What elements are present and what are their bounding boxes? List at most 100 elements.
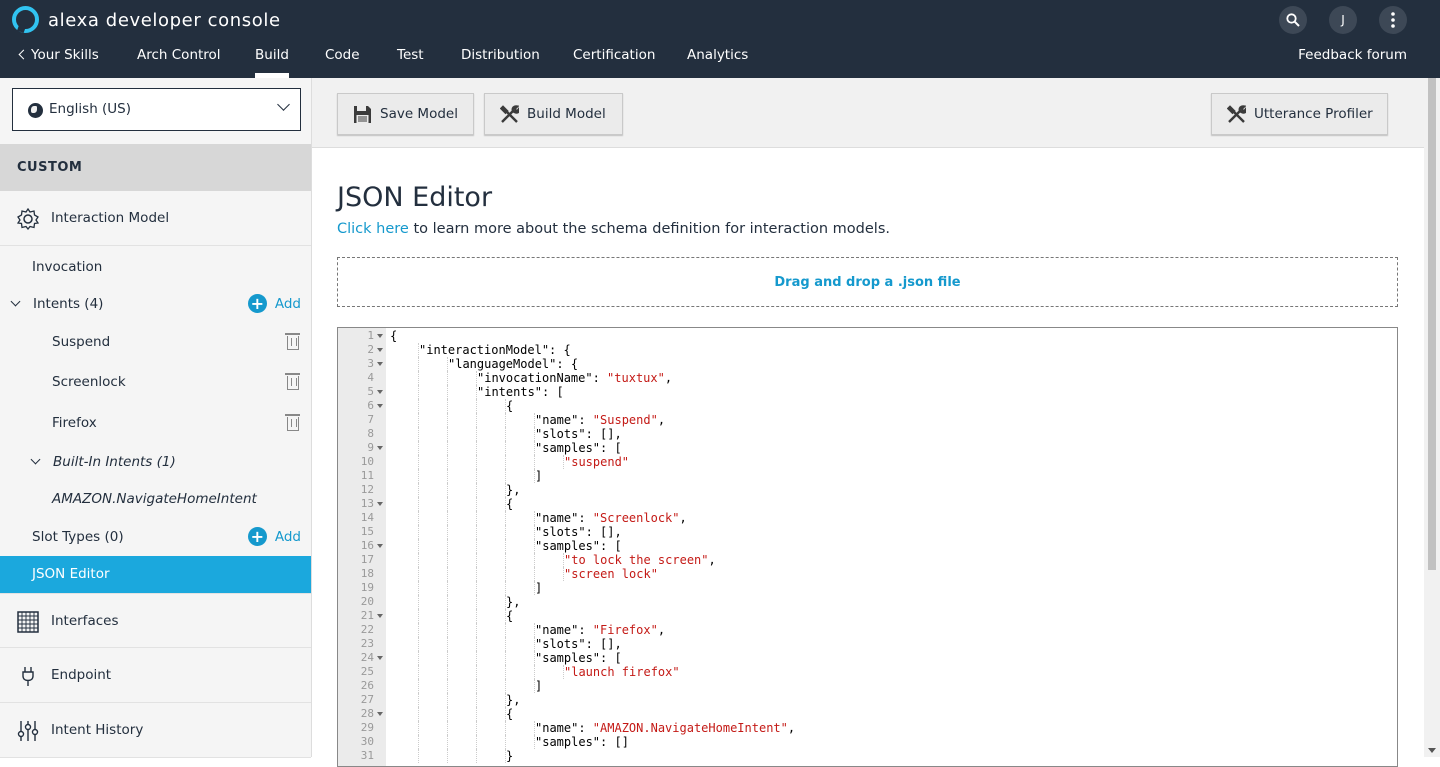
indent-guide xyxy=(447,595,448,609)
indent-guide xyxy=(476,511,477,525)
indent-guide xyxy=(418,567,419,581)
code-line: }, xyxy=(506,595,521,609)
json-dropzone[interactable]: Drag and drop a .json file xyxy=(337,257,1398,307)
add-slot-type-button[interactable]: + Add xyxy=(247,527,301,546)
tab-build[interactable]: Build xyxy=(255,47,289,78)
scroll-down-arrow-icon[interactable] xyxy=(1428,748,1436,753)
intent-name: Screenlock xyxy=(52,374,126,390)
tab-code[interactable]: Code xyxy=(325,47,360,63)
locale-select[interactable]: English (US) xyxy=(12,88,301,131)
sidebar-item-interfaces[interactable]: Interfaces xyxy=(0,593,311,648)
indent-guide xyxy=(476,665,477,679)
json-code-editor[interactable]: 1 2 3 4 5 6 7 8 9 10 11 12 13 14 15 16 17 18 19 20 21 22 23 24 2… xyxy=(337,327,1398,767)
line-number: 11 xyxy=(360,469,374,482)
tab-test[interactable]: Test xyxy=(397,47,424,63)
indent-guide xyxy=(418,749,419,763)
code-line: "slots": [], xyxy=(535,427,622,441)
sidebar-item-interaction-model[interactable]: Interaction Model xyxy=(0,191,311,246)
tab-distribution[interactable]: Distribution xyxy=(461,47,540,63)
line-number: 27 xyxy=(360,693,374,706)
tab-analytics[interactable]: Analytics xyxy=(687,47,748,63)
scrollbar-thumb[interactable] xyxy=(1428,78,1436,570)
wrench-hammer-icon xyxy=(500,105,519,123)
fold-arrow-icon[interactable] xyxy=(377,614,383,618)
build-model-button[interactable]: Build Model xyxy=(484,93,623,135)
fold-arrow-icon[interactable] xyxy=(377,712,383,716)
gear-icon xyxy=(17,208,39,230)
indent-guide xyxy=(418,623,419,637)
fold-arrow-icon[interactable] xyxy=(377,362,383,366)
indent-guide xyxy=(447,553,448,567)
indent-guide xyxy=(505,469,506,483)
code-line: "to lock the screen", xyxy=(564,553,716,567)
save-model-button[interactable]: Save Model xyxy=(337,93,474,135)
intent-item-firefox[interactable]: Firefox xyxy=(0,414,311,435)
user-avatar[interactable]: J xyxy=(1329,6,1357,34)
builtin-intent-item[interactable]: AMAZON.NavigateHomeIntent xyxy=(0,491,311,511)
code-line: "interactionModel": { xyxy=(419,343,571,357)
indent-guide xyxy=(476,553,477,567)
sidebar-item-json-editor[interactable]: JSON Editor xyxy=(0,556,311,593)
code-line: "samples": [] xyxy=(535,735,629,749)
indent-guide xyxy=(534,455,535,469)
indent-guide xyxy=(505,413,506,427)
tab-certification[interactable]: Certification xyxy=(573,47,655,63)
sliders-icon xyxy=(17,721,39,741)
schema-link[interactable]: Click here xyxy=(337,221,409,237)
indent-guide xyxy=(476,567,477,581)
sidebar-item-intents[interactable]: Intents (4) + Add xyxy=(0,294,311,316)
search-icon[interactable] xyxy=(1279,6,1307,34)
indent-guide xyxy=(447,497,448,511)
fold-arrow-icon[interactable] xyxy=(377,656,383,660)
chevron-left-icon xyxy=(18,49,29,60)
chevron-down-icon xyxy=(10,296,21,307)
fold-arrow-icon[interactable] xyxy=(377,334,383,338)
indent-guide xyxy=(505,455,506,469)
add-slot-type-label: Add xyxy=(274,528,301,545)
sidebar-item-slot-types[interactable]: Slot Types (0) + Add xyxy=(0,527,311,549)
line-number: 9 xyxy=(367,441,374,454)
intent-item-screenlock[interactable]: Screenlock xyxy=(0,373,311,394)
utterance-profiler-button[interactable]: Utterance Profiler xyxy=(1211,93,1388,135)
indent-guide xyxy=(418,427,419,441)
indent-guide xyxy=(447,637,448,651)
indent-guide xyxy=(505,511,506,525)
build-model-label: Build Model xyxy=(527,106,606,122)
intent-item-suspend[interactable]: Suspend xyxy=(0,333,311,354)
fold-arrow-icon[interactable] xyxy=(377,404,383,408)
sidebar-item-endpoint[interactable]: Endpoint xyxy=(0,648,311,703)
feedback-link[interactable]: Feedback forum xyxy=(1298,47,1407,63)
sidebar-item-intent-history[interactable]: Intent History xyxy=(0,703,311,758)
add-intent-button[interactable]: + Add xyxy=(247,294,301,313)
indent-guide xyxy=(447,693,448,707)
indent-guide xyxy=(476,525,477,539)
line-number: 25 xyxy=(360,665,374,678)
schema-help-suffix: to learn more about the schema definitio… xyxy=(408,221,890,237)
nav-skill-name[interactable]: Arch Control xyxy=(137,47,221,63)
page-scrollbar[interactable] xyxy=(1424,78,1440,757)
line-number: 2 xyxy=(367,343,374,356)
trash-icon[interactable] xyxy=(285,414,300,431)
alexa-logo-icon[interactable] xyxy=(12,6,39,33)
trash-icon[interactable] xyxy=(285,373,300,390)
fold-arrow-icon[interactable] xyxy=(377,446,383,450)
utterance-profiler-label: Utterance Profiler xyxy=(1254,106,1373,122)
custom-label: CUSTOM xyxy=(17,160,83,175)
line-number: 28 xyxy=(360,707,374,720)
sidebar-item-builtin-intents[interactable]: Built-In Intents (1) xyxy=(0,454,311,474)
indent-guide xyxy=(505,553,506,567)
brand-title[interactable]: alexa developer console xyxy=(48,10,281,31)
locale-value: English (US) xyxy=(49,101,132,117)
custom-section-header[interactable]: CUSTOM xyxy=(0,144,311,191)
trash-icon[interactable] xyxy=(285,333,300,350)
fold-arrow-icon[interactable] xyxy=(377,390,383,394)
code-line: "name": "Firefox", xyxy=(535,623,666,637)
fold-arrow-icon[interactable] xyxy=(377,544,383,548)
fold-arrow-icon[interactable] xyxy=(377,348,383,352)
more-options-icon[interactable] xyxy=(1379,6,1407,34)
indent-guide xyxy=(476,413,477,427)
nav-your-skills[interactable]: Your Skills xyxy=(18,47,99,63)
indent-guide xyxy=(447,385,448,399)
indent-guide xyxy=(505,581,506,595)
fold-arrow-icon[interactable] xyxy=(377,502,383,506)
